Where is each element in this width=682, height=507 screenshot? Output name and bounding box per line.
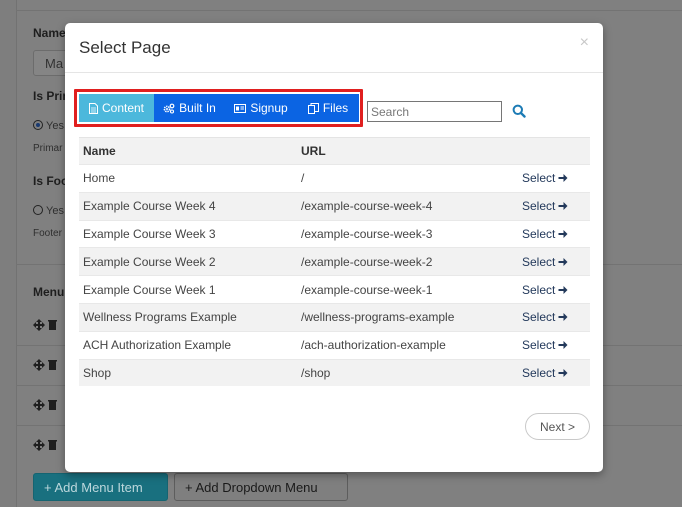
tab-content-label: Content — [101, 101, 145, 115]
add-dropdown-label: Add Dropdown Menu — [195, 480, 318, 495]
menu-label: Menu — [33, 285, 65, 299]
page-name-cell: Example Course Week 3 — [83, 226, 216, 241]
page-name-cell: Wellness Programs Example — [83, 310, 237, 325]
cogs-icon — [163, 103, 175, 114]
select-label: Select — [522, 310, 556, 325]
table-row: Home / Select — [79, 164, 590, 192]
modal-title: Select Page — [79, 38, 171, 57]
tab-content[interactable]: Content — [79, 94, 154, 122]
move-icon — [33, 439, 57, 451]
select-page-link[interactable]: Select — [522, 283, 568, 297]
select-page-link[interactable]: Select — [522, 227, 568, 241]
search-icon[interactable] — [512, 104, 528, 120]
select-label: Select — [522, 171, 556, 186]
primary-yes-radio[interactable] — [33, 120, 43, 130]
page-name-cell: ACH Authorization Example — [83, 338, 232, 353]
tab-signup-label: Signup — [250, 101, 288, 115]
page-url-cell: /shop — [301, 365, 331, 380]
add-menu-item-button[interactable]: + Add Menu Item — [33, 473, 168, 501]
modal-header: Select Page × — [65, 23, 603, 73]
footer-yes-label: Yes — [46, 205, 64, 217]
select-page-link[interactable]: Select — [522, 255, 568, 269]
add-menu-item-label: Add Menu Item — [54, 480, 143, 495]
page-name-cell: Home — [83, 171, 116, 186]
table-row: Example Course Week 1/example-course-wee… — [79, 275, 590, 303]
add-dropdown-menu-button[interactable]: + Add Dropdown Menu — [174, 473, 348, 501]
close-icon[interactable]: × — [580, 35, 589, 51]
primary-help-text: Primar — [33, 143, 63, 154]
arrow-right-icon — [558, 285, 568, 294]
tab-built-in[interactable]: Built In — [154, 94, 225, 122]
table-row: Example Course Week 2/example-course-wee… — [79, 247, 590, 276]
plus-icon: + — [185, 480, 196, 495]
pages-table: Name URL Home / Select Example Course Week … — [79, 137, 590, 387]
select-label: Select — [522, 282, 556, 297]
arrow-right-icon — [558, 368, 568, 377]
plus-icon: + — [44, 480, 55, 495]
page-url-cell: /example-course-week-1 — [301, 282, 433, 297]
select-label: Select — [522, 254, 556, 269]
next-button[interactable]: Next > — [525, 413, 590, 440]
id-card-icon — [234, 103, 247, 113]
tab-built-in-label: Built In — [179, 101, 216, 115]
arrow-right-icon — [558, 257, 568, 266]
select-page-modal: Select Page × Content Built In Signup Fi… — [65, 23, 603, 472]
is-footer-label: Is Foo — [33, 174, 69, 188]
tab-files[interactable]: Files — [297, 94, 359, 122]
copy-icon — [307, 102, 319, 114]
column-header-name: Name — [83, 144, 116, 158]
page-url-cell: /ach-authorization-example — [301, 338, 446, 353]
menu-row-4-handles[interactable] — [33, 438, 63, 452]
tab-files-label: Files — [322, 101, 349, 115]
table-header-row: Name URL — [79, 137, 590, 164]
tab-signup[interactable]: Signup — [225, 94, 297, 122]
name-label: Name — [33, 26, 66, 40]
page-url-cell: /wellness-programs-example — [301, 310, 455, 325]
select-label: Select — [522, 199, 556, 214]
table-row: Example Course Week 3/example-course-wee… — [79, 219, 590, 248]
page-url-cell: /example-course-week-3 — [301, 226, 433, 241]
page-name-cell: Example Course Week 4 — [83, 199, 216, 214]
move-icon — [33, 399, 57, 411]
table-row: Example Course Week 4/example-course-wee… — [79, 191, 590, 220]
select-label: Select — [522, 226, 556, 241]
arrow-right-icon — [558, 202, 568, 211]
page-name-cell: Example Course Week 1 — [83, 282, 216, 297]
menu-row-3-handles[interactable] — [33, 398, 63, 412]
move-icon — [33, 319, 57, 331]
page-name-cell: Shop — [83, 365, 112, 380]
arrow-right-icon — [558, 313, 568, 322]
move-icon — [33, 359, 57, 371]
arrow-right-icon — [558, 229, 568, 238]
arrow-right-icon — [558, 341, 568, 350]
select-page-link[interactable]: Select — [522, 199, 568, 213]
file-icon — [88, 102, 98, 114]
page-url-cell: /example-course-week-4 — [301, 199, 433, 214]
menu-row-1-handles[interactable] — [33, 318, 63, 332]
select-page-link[interactable]: Select — [522, 310, 568, 324]
select-label: Select — [522, 338, 556, 353]
arrow-right-icon — [558, 174, 568, 183]
table-row: Shop/shop Select — [79, 358, 590, 387]
primary-yes-label: Yes — [46, 120, 64, 132]
page-name-cell: Example Course Week 2 — [83, 254, 216, 269]
page-type-tabs: Content Built In Signup Files — [79, 94, 359, 122]
table-row: ACH Authorization Example/ach-authorizat… — [79, 330, 590, 359]
page-url-cell: /example-course-week-2 — [301, 254, 433, 269]
select-page-link[interactable]: Select — [522, 338, 568, 352]
table-row: Wellness Programs Example/wellness-progr… — [79, 302, 590, 331]
select-label: Select — [522, 365, 556, 380]
search-input[interactable] — [367, 101, 502, 122]
column-header-url: URL — [301, 144, 326, 158]
select-page-link[interactable]: Select — [522, 366, 568, 380]
footer-help-text: Footer — [33, 228, 62, 239]
page-top-divider — [16, 10, 682, 11]
page-url-cell: / — [301, 171, 305, 186]
footer-yes-radio[interactable] — [33, 205, 43, 215]
select-page-link[interactable]: Select — [522, 171, 568, 185]
menu-row-2-handles[interactable] — [33, 358, 63, 372]
